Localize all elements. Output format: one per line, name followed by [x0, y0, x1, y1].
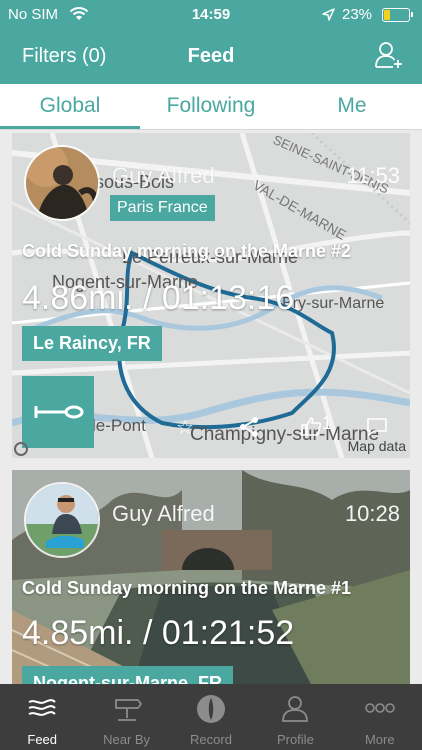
route-location-badge: Le Raincy, FR [22, 326, 162, 361]
signpost-icon [114, 699, 142, 721]
tab-bar-label: Near By [103, 732, 151, 747]
tabs-divider [0, 129, 422, 130]
tab-bar-feed[interactable]: Feed [0, 684, 84, 750]
battery-icon [382, 8, 413, 22]
feed-card[interactable]: ny-sous-Bois VAL-DE-MARNE SEINE-SAINT-DE… [12, 133, 410, 458]
activity-title[interactable]: Cold Sunday morning on the Marne #1 [22, 578, 351, 599]
battery-percent: 23% [342, 6, 373, 23]
map-logo-icon [14, 442, 28, 456]
tab-bar-record[interactable]: Record [169, 684, 253, 750]
tab-me[interactable]: Me [282, 94, 422, 118]
profile-icon [282, 696, 309, 722]
activity-stats: 4.85mi. / 01:21:52 [22, 614, 295, 652]
tab-bar-label: Record [190, 732, 232, 747]
map-label: Bry-sur-Marne [282, 295, 384, 312]
avatar[interactable] [24, 482, 100, 558]
like-count: 1 [322, 413, 333, 433]
tab-bar-label: Feed [27, 732, 58, 747]
comment-icon[interactable] [366, 417, 388, 437]
location-arrow-icon [322, 8, 335, 21]
activity-stats: 4.86mi. / 01:13:16 [22, 279, 295, 317]
star-icon[interactable]: ☆ [176, 415, 194, 440]
tab-bar-near-by[interactable]: Near By [84, 684, 168, 750]
post-time: 10:28 [344, 501, 400, 526]
route-loop-icon [34, 405, 84, 419]
share-icon[interactable] [238, 416, 260, 438]
tab-global[interactable]: Global [0, 94, 140, 118]
map-attribution: Map data [347, 438, 406, 454]
tab-bar-more[interactable]: More [338, 684, 422, 750]
thumbs-up-icon[interactable] [300, 415, 322, 437]
user-name[interactable]: Guy Alfred [112, 501, 215, 527]
nav-header: Filters (0) Feed [0, 30, 422, 84]
map-label: le-Pont [92, 416, 146, 435]
feed-icon [28, 699, 56, 716]
activity-title[interactable]: Cold Sunday morning on the Marne #2 [22, 241, 351, 262]
avatar[interactable] [24, 145, 100, 221]
tab-bar-label: More [364, 732, 395, 747]
feed-card[interactable]: Guy Alfred 10:28 Cold Sunday morning on … [12, 470, 410, 686]
add-user-icon[interactable] [374, 40, 404, 70]
post-time: 11:53 [346, 163, 400, 188]
tab-bar-profile[interactable]: Profile [253, 684, 337, 750]
filters-button[interactable]: Filters (0) [22, 45, 106, 68]
route-location-badge: Nogent-sur-Marne, FR [22, 666, 233, 686]
bottom-tab-bar: Feed Near By Record Profile More [0, 684, 422, 750]
status-bar: No SIM 14:59 23% [0, 0, 422, 30]
tab-bar-label: Profile [276, 732, 314, 747]
feed-tabs: Global Following Me [0, 84, 422, 130]
route-type-tile [22, 376, 94, 448]
user-location-badge: Paris France [110, 195, 215, 221]
record-icon [196, 695, 225, 723]
tab-following[interactable]: Following [140, 94, 282, 118]
more-icon [364, 703, 395, 713]
user-name[interactable]: Guy Alfred [112, 163, 215, 189]
